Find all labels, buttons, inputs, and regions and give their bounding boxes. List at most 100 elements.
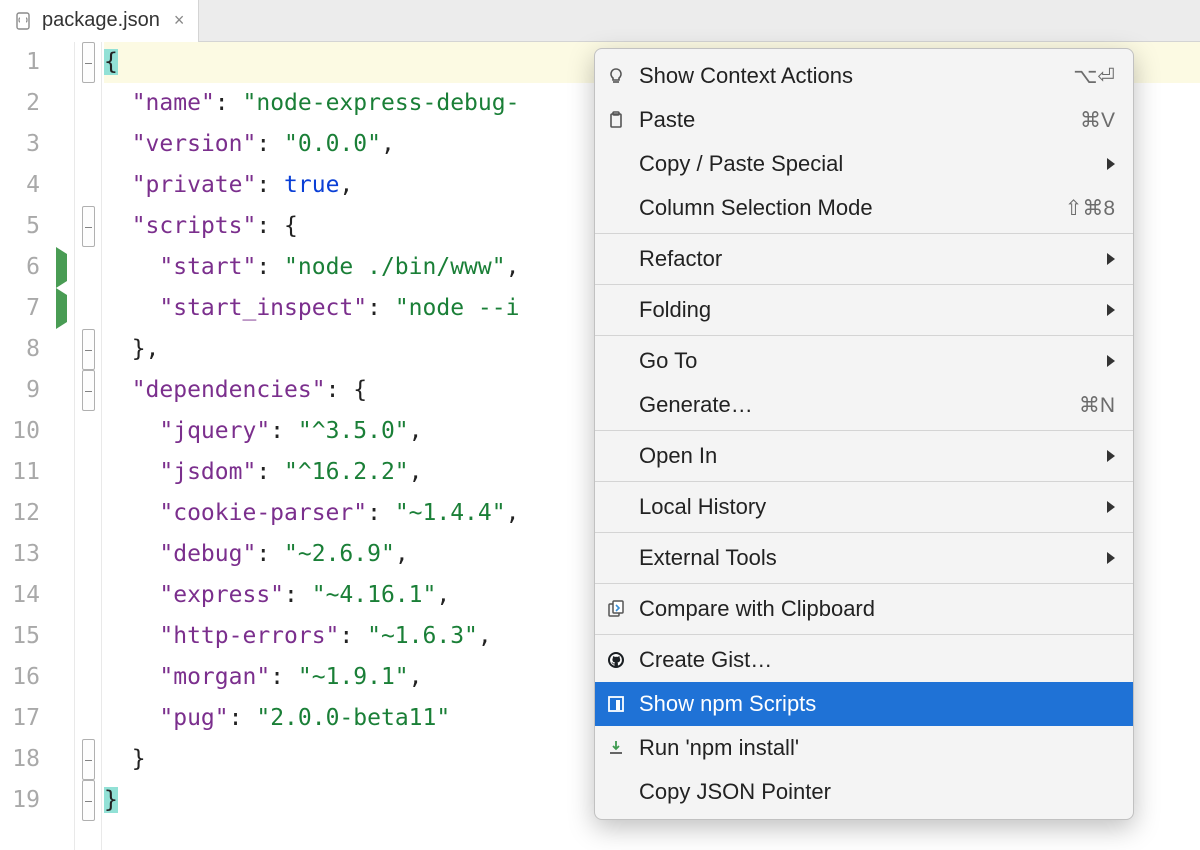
- menu-item-show-context-actions[interactable]: Show Context Actions⌥⏎: [595, 54, 1133, 98]
- gutter-slot[interactable]: [48, 780, 74, 821]
- fold-toggle-icon[interactable]: [82, 206, 95, 247]
- gutter-slot[interactable]: [48, 83, 74, 124]
- menu-item-label: Copy / Paste Special: [639, 151, 1095, 177]
- fold-slot[interactable]: [75, 575, 101, 616]
- fold-slot[interactable]: [75, 206, 101, 247]
- token-str: "0.0.0": [284, 131, 381, 157]
- token-pun: }: [104, 787, 118, 813]
- gutter-slot[interactable]: [48, 575, 74, 616]
- fold-slot[interactable]: [75, 42, 101, 83]
- fold-slot[interactable]: [75, 329, 101, 370]
- token-pun: ,: [339, 172, 353, 198]
- line-number: 7: [0, 288, 40, 329]
- close-tab-icon[interactable]: ×: [168, 10, 185, 31]
- fold-slot[interactable]: [75, 124, 101, 165]
- menu-item-copy-paste-special[interactable]: Copy / Paste Special: [595, 142, 1133, 186]
- gutter-slot[interactable]: [48, 165, 74, 206]
- submenu-chevron-icon: [1107, 253, 1115, 265]
- line-number: 6: [0, 247, 40, 288]
- token-pun: ,: [409, 418, 423, 444]
- fold-slot[interactable]: [75, 616, 101, 657]
- fold-slot[interactable]: [75, 739, 101, 780]
- gutter-slot[interactable]: [48, 42, 74, 83]
- gutter-slot[interactable]: [48, 698, 74, 739]
- token-sp: [104, 746, 132, 772]
- line-number: 5: [0, 206, 40, 247]
- menu-item-generate[interactable]: Generate…⌘N: [595, 383, 1133, 427]
- menu-item-column-selection-mode[interactable]: Column Selection Mode⇧⌘8: [595, 186, 1133, 230]
- menu-item-label: Folding: [639, 297, 1095, 323]
- run-script-icon[interactable]: [56, 247, 67, 288]
- editor-tab[interactable]: package.json ×: [0, 0, 199, 42]
- menu-item-refactor[interactable]: Refactor: [595, 237, 1133, 281]
- menu-item-show-npm-scripts[interactable]: Show npm Scripts: [595, 682, 1133, 726]
- fold-toggle-icon[interactable]: [82, 329, 95, 370]
- menu-item-run-npm-install[interactable]: Run 'npm install': [595, 726, 1133, 770]
- menu-item-go-to[interactable]: Go To: [595, 339, 1133, 383]
- menu-item-open-in[interactable]: Open In: [595, 434, 1133, 478]
- menu-item-compare-with-clipboard[interactable]: Compare with Clipboard: [595, 587, 1133, 631]
- fold-slot[interactable]: [75, 657, 101, 698]
- menu-item-create-gist[interactable]: Create Gist…: [595, 638, 1133, 682]
- token-sp: [104, 377, 132, 403]
- token-key: "private": [132, 172, 257, 198]
- gutter-slot[interactable]: [48, 657, 74, 698]
- line-number: 4: [0, 165, 40, 206]
- menu-item-label: Show npm Scripts: [639, 691, 1115, 717]
- fold-toggle-icon[interactable]: [82, 370, 95, 411]
- token-pun: {: [104, 49, 118, 75]
- fold-slot[interactable]: [75, 165, 101, 206]
- gutter-slot[interactable]: [48, 124, 74, 165]
- menu-separator: [595, 634, 1133, 635]
- gutter-slot[interactable]: [48, 288, 74, 329]
- run-script-icon[interactable]: [56, 288, 67, 329]
- blank-icon: [605, 153, 627, 175]
- menu-item-paste[interactable]: Paste⌘V: [595, 98, 1133, 142]
- menu-item-external-tools[interactable]: External Tools: [595, 536, 1133, 580]
- gutter-slot[interactable]: [48, 411, 74, 452]
- token-str: "^3.5.0": [298, 418, 409, 444]
- token-sp: [104, 295, 159, 321]
- line-number: 11: [0, 452, 40, 493]
- gutter-slot[interactable]: [48, 370, 74, 411]
- fold-toggle-icon[interactable]: [82, 780, 95, 821]
- line-number: 14: [0, 575, 40, 616]
- token-pun: }: [132, 746, 146, 772]
- token-sp: [104, 213, 132, 239]
- menu-item-copy-json-pointer[interactable]: Copy JSON Pointer: [595, 770, 1133, 814]
- tab-bar: package.json ×: [0, 0, 1200, 42]
- gutter-slot[interactable]: [48, 452, 74, 493]
- token-sp: [104, 541, 159, 567]
- gutter-slot[interactable]: [48, 493, 74, 534]
- token-pun: ,: [506, 254, 520, 280]
- gutter-slot[interactable]: [48, 206, 74, 247]
- fold-slot[interactable]: [75, 698, 101, 739]
- menu-item-local-history[interactable]: Local History: [595, 485, 1133, 529]
- fold-slot[interactable]: [75, 534, 101, 575]
- run-marker-column: [48, 42, 74, 850]
- token-key: "start": [159, 254, 256, 280]
- menu-item-folding[interactable]: Folding: [595, 288, 1133, 332]
- gutter-slot[interactable]: [48, 534, 74, 575]
- fold-slot[interactable]: [75, 493, 101, 534]
- gutter-slot[interactable]: [48, 616, 74, 657]
- fold-slot[interactable]: [75, 411, 101, 452]
- line-number: 16: [0, 657, 40, 698]
- token-key: "http-errors": [159, 623, 339, 649]
- gutter-slot[interactable]: [48, 329, 74, 370]
- menu-item-label: Create Gist…: [639, 647, 1115, 673]
- token-sp: [104, 459, 159, 485]
- fold-slot[interactable]: [75, 370, 101, 411]
- fold-slot[interactable]: [75, 780, 101, 821]
- fold-slot[interactable]: [75, 83, 101, 124]
- token-key: "dependencies": [132, 377, 326, 403]
- fold-slot[interactable]: [75, 247, 101, 288]
- fold-slot[interactable]: [75, 452, 101, 493]
- fold-slot[interactable]: [75, 288, 101, 329]
- token-pun: :: [367, 295, 395, 321]
- fold-toggle-icon[interactable]: [82, 42, 95, 83]
- token-pun: :: [256, 459, 284, 485]
- gutter-slot[interactable]: [48, 739, 74, 780]
- fold-toggle-icon[interactable]: [82, 739, 95, 780]
- gutter-slot[interactable]: [48, 247, 74, 288]
